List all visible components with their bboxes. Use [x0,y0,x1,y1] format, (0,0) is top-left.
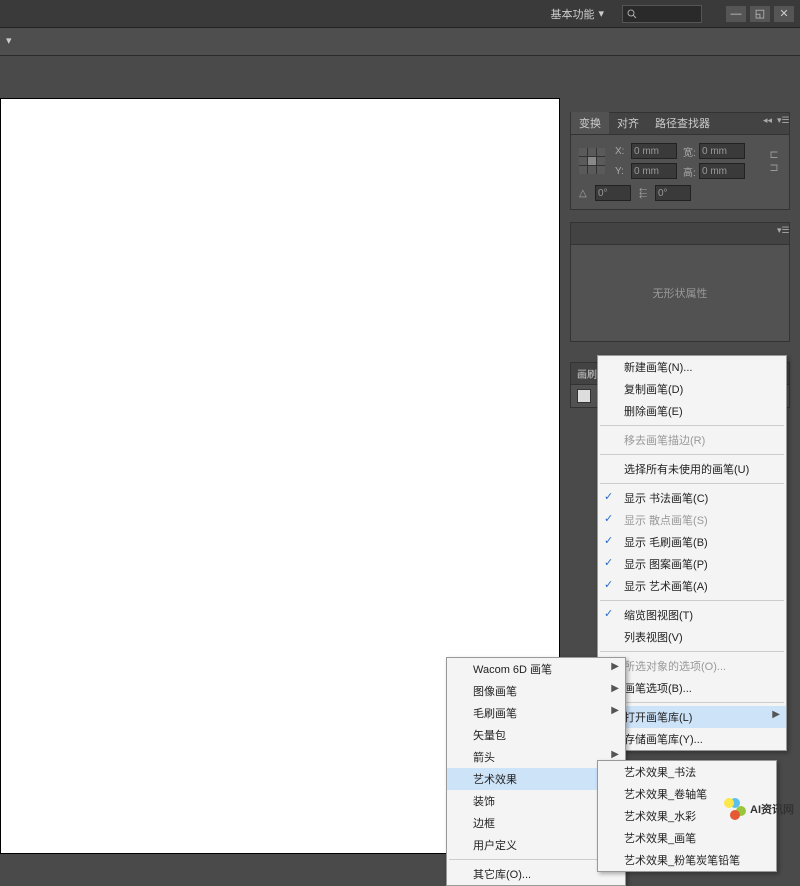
h-input[interactable] [699,163,745,179]
y-input[interactable] [631,163,677,179]
logo-icon [724,798,746,820]
menu-save-library[interactable]: 存储画笔库(Y)... [598,728,786,750]
chevron-down-icon[interactable]: ▾ [598,7,604,20]
search-icon [627,9,637,19]
artmenu-chalk[interactable]: 艺术效果_粉笔炭笔铅笔 [598,849,776,871]
menu-show-pattern[interactable]: ✓显示 图案画笔(P) [598,553,786,575]
menu-selected-options: 所选对象的选项(O)... [598,655,786,677]
appearance-panel: ▾☰ 无形状属性 [570,222,790,342]
check-icon: ✓ [604,607,613,620]
watermark: AI资讯网 [724,798,794,820]
watermark-text: AI资讯网 [750,801,794,817]
menu-thumbnail-view[interactable]: ✓缩览图视图(T) [598,604,786,626]
h-label: 高: [683,164,697,179]
angle-input[interactable] [595,185,631,201]
submenu-wacom[interactable]: Wacom 6D 画笔▶ [447,658,625,680]
restore-button[interactable]: ◱ [750,6,770,22]
transform-panel: 变换 对齐 路径查找器 ◂◂ ▾☰ X: Y: 宽: 高: [570,112,790,210]
link-icon[interactable]: ⊏⊐ [767,147,781,175]
menu-show-calligraphic[interactable]: ✓显示 书法画笔(C) [598,487,786,509]
menu-new-brush[interactable]: 新建画笔(N)... [598,356,786,378]
search-field[interactable] [640,8,690,20]
panel-menu-icon[interactable]: ▾☰ [777,225,787,235]
brush-swatch [577,389,591,403]
collapse-icon[interactable]: ◂◂ [763,115,773,125]
menu-select-unused[interactable]: 选择所有未使用的画笔(U) [598,458,786,480]
x-input[interactable] [631,143,677,159]
search-input[interactable] [622,5,702,23]
check-icon: ✓ [604,556,613,569]
menu-duplicate-brush[interactable]: 复制画笔(D) [598,378,786,400]
w-input[interactable] [699,143,745,159]
artmenu-calligraphy[interactable]: 艺术效果_书法 [598,761,776,783]
menu-list-view[interactable]: 列表视图(V) [598,626,786,648]
tab-pathfinder[interactable]: 路径查找器 [647,112,718,134]
x-label: X: [615,146,629,157]
minimize-button[interactable]: — [726,6,746,22]
tool-icon[interactable]: ▾ [6,34,22,50]
y-label: Y: [615,166,629,177]
menu-show-art[interactable]: ✓显示 艺术画笔(A) [598,575,786,597]
shear-label: ⬱ [639,188,653,199]
options-bar: ▾ [0,28,800,56]
menu-delete-brush[interactable]: 删除画笔(E) [598,400,786,422]
check-icon: ✓ [604,490,613,503]
tab-transform[interactable]: 变换 [571,112,609,134]
menu-show-scatter[interactable]: ✓显示 散点画笔(S) [598,509,786,531]
reference-point-grid[interactable] [579,148,605,174]
w-label: 宽: [683,144,697,159]
chevron-right-icon: ▶ [611,661,619,672]
menu-show-bristle[interactable]: ✓显示 毛刷画笔(B) [598,531,786,553]
shear-input[interactable] [655,185,691,201]
menu-open-library[interactable]: 打开画笔库(L)▶ [598,706,786,728]
submenu-image[interactable]: 图像画笔▶ [447,680,625,702]
artmenu-ink[interactable]: 艺术效果_画笔 [598,827,776,849]
angle-label: △ [579,188,593,199]
menu-brush-options[interactable]: 画笔选项(B)... [598,677,786,699]
chevron-right-icon: ▶ [611,683,619,694]
no-shape-text: 无形状属性 [571,245,789,341]
chevron-right-icon: ▶ [611,705,619,716]
menu-icon[interactable]: ▾☰ [777,115,787,125]
submenu-vector[interactable]: 矢量包 [447,724,625,746]
chevron-right-icon: ▶ [611,749,619,760]
panel-tabs: 变换 对齐 路径查找器 ◂◂ ▾☰ [571,113,789,135]
workspace-label[interactable]: 基本功能 [550,6,594,22]
close-button[interactable]: ✕ [774,6,794,22]
submenu-bristle[interactable]: 毛刷画笔▶ [447,702,625,724]
menu-remove-stroke: 移去画笔描边(R) [598,429,786,451]
top-bar: 基本功能 ▾ — ◱ ✕ [0,0,800,28]
check-icon: ✓ [604,534,613,547]
check-icon: ✓ [604,578,613,591]
check-icon: ✓ [604,512,613,525]
tab-align[interactable]: 对齐 [609,112,647,134]
chevron-right-icon: ▶ [772,709,780,720]
